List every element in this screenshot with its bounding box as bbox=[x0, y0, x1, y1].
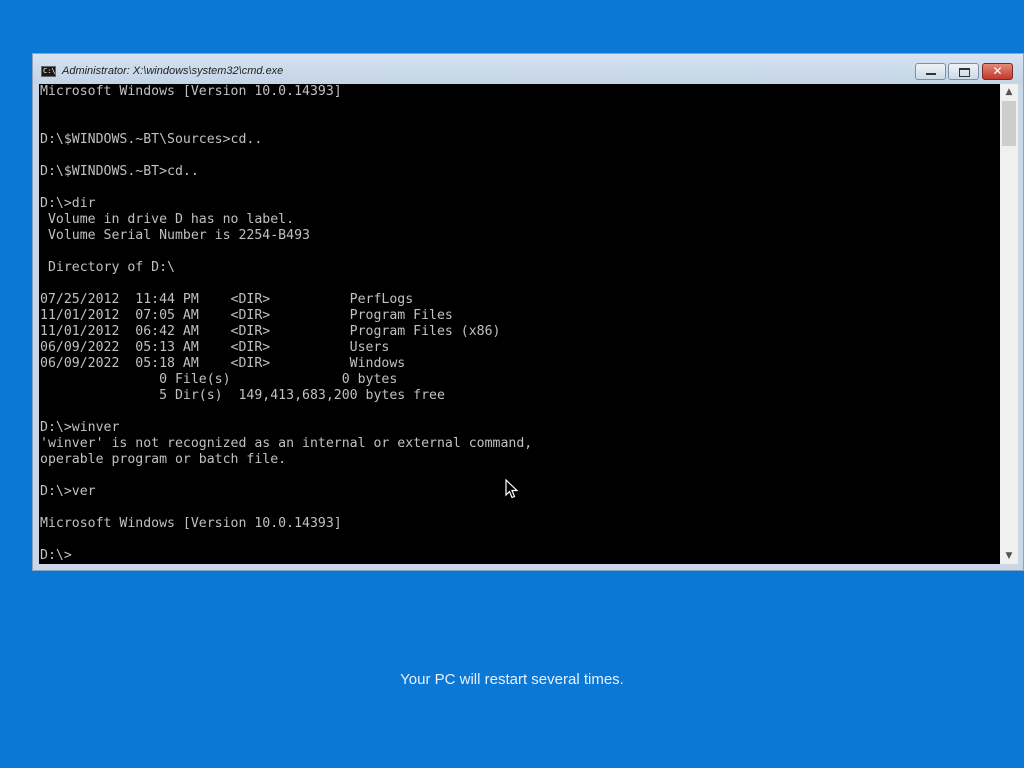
title-bar[interactable]: C:\ Administrator: X:\windows\system32\c… bbox=[33, 54, 1023, 84]
cmd-window[interactable]: C:\ Administrator: X:\windows\system32\c… bbox=[32, 53, 1024, 571]
window-title: Administrator: X:\windows\system32\cmd.e… bbox=[62, 65, 284, 77]
restart-message: Your PC will restart several times. bbox=[400, 671, 624, 688]
close-button[interactable]: ✕ bbox=[982, 63, 1013, 80]
maximize-icon bbox=[959, 68, 970, 77]
console-text: Microsoft Windows [Version 10.0.14393] D… bbox=[40, 84, 533, 563]
scroll-up-icon[interactable]: ▲ bbox=[1000, 84, 1018, 100]
minimize-icon bbox=[926, 73, 936, 75]
minimize-button[interactable] bbox=[915, 63, 946, 80]
vertical-scrollbar[interactable]: ▲ ▼ bbox=[1000, 84, 1018, 564]
console-output[interactable]: Microsoft Windows [Version 10.0.14393] D… bbox=[39, 84, 1000, 564]
scroll-down-icon[interactable]: ▼ bbox=[1000, 548, 1018, 564]
cmd-app-icon: C:\ bbox=[41, 66, 56, 77]
scroll-thumb[interactable] bbox=[1002, 101, 1016, 146]
close-icon: ✕ bbox=[992, 64, 1003, 78]
maximize-button[interactable] bbox=[948, 63, 979, 80]
mouse-pointer-icon bbox=[505, 479, 519, 499]
